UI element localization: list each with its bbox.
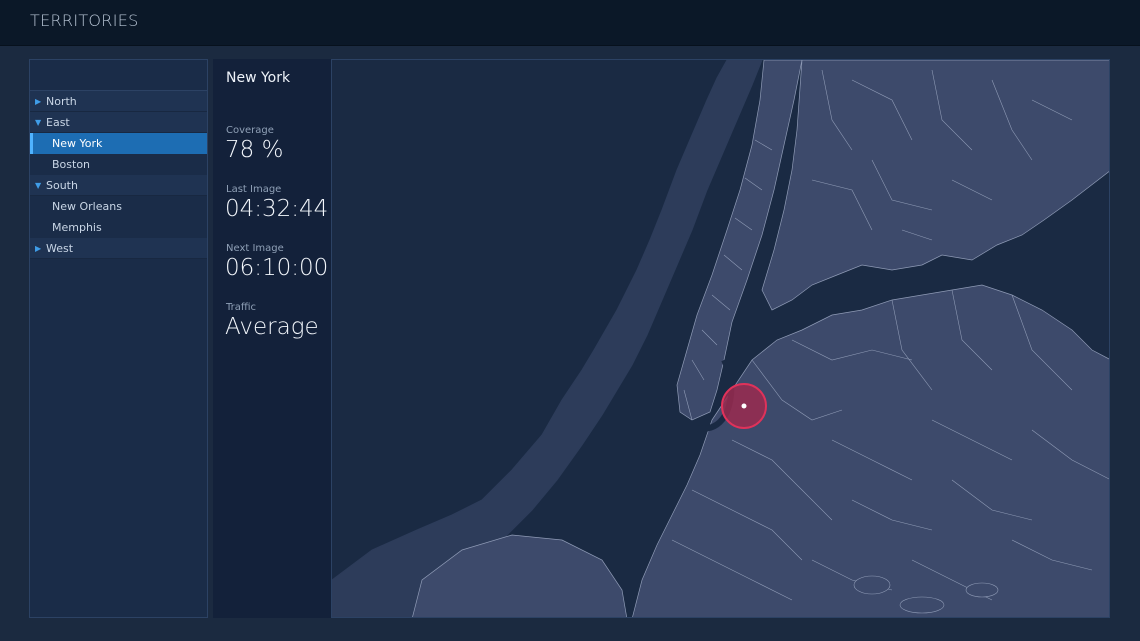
- caret-down-icon: ▼: [35, 117, 42, 127]
- traffic-label: Traffic: [226, 302, 257, 313]
- group-label: East: [46, 115, 70, 129]
- app-title: TERRITORIES: [30, 11, 139, 30]
- tree-item-new-york[interactable]: New York: [30, 133, 207, 154]
- top-bar: TERRITORIES: [0, 0, 1140, 46]
- next-image-label: Next Image: [226, 243, 284, 254]
- tree-item-boston[interactable]: Boston: [30, 154, 207, 175]
- city-title: New York: [226, 70, 291, 86]
- sidebar-header: [30, 60, 207, 91]
- item-label: New York: [52, 137, 103, 150]
- caret-right-icon: ▶: [35, 243, 42, 253]
- caret-right-icon: ▶: [35, 96, 42, 106]
- group-label: South: [46, 178, 78, 192]
- tree-item-new-orleans[interactable]: New Orleans: [30, 196, 207, 217]
- territory-detail-panel: New York Coverage 78 % Last Image 04:32:…: [213, 59, 331, 618]
- last-image-value: 04:32:44: [225, 196, 329, 222]
- item-label: Boston: [52, 158, 91, 171]
- tree-group-north[interactable]: ▶ North: [30, 91, 207, 112]
- caret-down-icon: ▼: [35, 180, 42, 190]
- tree-item-memphis[interactable]: Memphis: [30, 217, 207, 238]
- tree-group-east[interactable]: ▼ East: [30, 112, 207, 133]
- territory-sidebar: ▶ North ▼ East New York Boston ▼ South N…: [29, 59, 208, 618]
- tree-group-west[interactable]: ▶ West: [30, 238, 207, 259]
- group-label: West: [46, 241, 74, 255]
- next-image-value: 06:10:00: [225, 255, 329, 281]
- last-image-label: Last Image: [226, 184, 282, 195]
- coverage-label: Coverage: [226, 125, 274, 136]
- territory-map[interactable]: [331, 59, 1110, 618]
- map-marker-icon[interactable]: [721, 383, 767, 429]
- coverage-value: 78 %: [225, 137, 284, 163]
- group-label: North: [46, 94, 77, 108]
- traffic-value: Average: [225, 314, 319, 340]
- item-label: New Orleans: [52, 200, 122, 213]
- tree-group-south[interactable]: ▼ South: [30, 175, 207, 196]
- item-label: Memphis: [52, 221, 102, 234]
- map-canvas[interactable]: [332, 60, 1110, 618]
